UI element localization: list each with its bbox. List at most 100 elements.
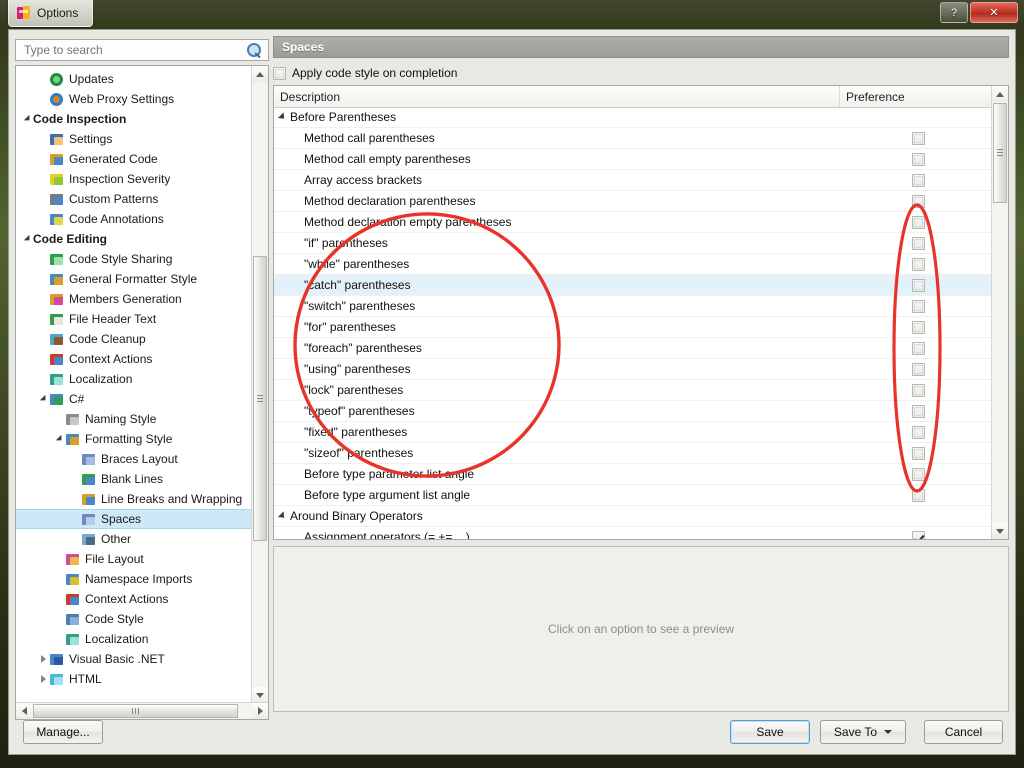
table-row[interactable]: Around Binary Operators bbox=[274, 506, 992, 527]
table-row[interactable]: Assignment operators (=,+=,...) bbox=[274, 527, 992, 539]
table-row[interactable]: "lock" parentheses bbox=[274, 380, 992, 401]
cancel-button[interactable]: Cancel bbox=[924, 720, 1003, 744]
tree-vertical-scrollbar[interactable] bbox=[251, 66, 268, 703]
sidebar-item-custom-patterns[interactable]: Custom Patterns bbox=[16, 189, 254, 209]
preference-checkbox[interactable] bbox=[912, 320, 925, 334]
grid-vertical-scrollbar[interactable] bbox=[991, 86, 1008, 539]
sidebar-item-code-cleanup[interactable]: Code Cleanup bbox=[16, 329, 254, 349]
sidebar-item-formatting-style[interactable]: Formatting Style bbox=[16, 429, 254, 449]
scroll-up-icon[interactable] bbox=[252, 66, 268, 82]
preference-checkbox[interactable] bbox=[912, 467, 925, 481]
search-input[interactable] bbox=[22, 42, 244, 58]
table-row[interactable]: "typeof" parentheses bbox=[274, 401, 992, 422]
sidebar-item-context-actions[interactable]: Context Actions bbox=[16, 349, 254, 369]
chevron-down-icon[interactable] bbox=[277, 511, 288, 521]
apply-code-style-row[interactable]: Apply code style on completion bbox=[273, 62, 457, 84]
sidebar-item-context-actions[interactable]: Context Actions bbox=[16, 589, 254, 609]
sidebar-item-blank-lines[interactable]: Blank Lines bbox=[16, 469, 254, 489]
preference-checkbox[interactable] bbox=[912, 278, 925, 292]
apply-code-style-checkbox[interactable] bbox=[273, 66, 286, 80]
table-row[interactable]: "catch" parentheses bbox=[274, 275, 992, 296]
chevron-down-icon[interactable] bbox=[38, 394, 49, 404]
chevron-down-icon[interactable] bbox=[277, 112, 288, 122]
preference-checkbox[interactable] bbox=[912, 383, 925, 397]
sidebar-item-namespace-imports[interactable]: Namespace Imports bbox=[16, 569, 254, 589]
sidebar-item-localization[interactable]: Localization bbox=[16, 369, 254, 389]
search-box[interactable] bbox=[15, 39, 269, 61]
preference-checkbox[interactable] bbox=[912, 236, 925, 250]
table-row[interactable]: "if" parentheses bbox=[274, 233, 992, 254]
grid-scroll-up-icon[interactable] bbox=[992, 86, 1008, 102]
sidebar-item-braces-layout[interactable]: Braces Layout bbox=[16, 449, 254, 469]
sidebar-item-updates[interactable]: Updates bbox=[16, 69, 254, 89]
options-grid[interactable]: Description Preference Before Parenthese… bbox=[273, 85, 1009, 540]
table-row[interactable]: "switch" parentheses bbox=[274, 296, 992, 317]
save-to-button[interactable]: Save To bbox=[820, 720, 906, 744]
table-row[interactable]: Before type argument list angle bbox=[274, 485, 992, 506]
preference-checkbox[interactable] bbox=[912, 530, 925, 539]
preference-checkbox[interactable] bbox=[912, 131, 925, 145]
sidebar-item-code-inspection[interactable]: Code Inspection bbox=[16, 109, 254, 129]
sidebar-item-code-style[interactable]: Code Style bbox=[16, 609, 254, 629]
table-row[interactable]: "foreach" parentheses bbox=[274, 338, 992, 359]
table-row[interactable]: "while" parentheses bbox=[274, 254, 992, 275]
tree-scroll-thumb[interactable] bbox=[253, 256, 267, 541]
sidebar-item-file-layout[interactable]: File Layout bbox=[16, 549, 254, 569]
chevron-down-icon[interactable] bbox=[22, 114, 33, 124]
preference-checkbox[interactable] bbox=[912, 404, 925, 418]
sidebar-item-naming-style[interactable]: Naming Style bbox=[16, 409, 254, 429]
sidebar-item-members-generation[interactable]: Members Generation bbox=[16, 289, 254, 309]
sidebar-item-c[interactable]: C# bbox=[16, 389, 254, 409]
table-row[interactable]: "fixed" parentheses bbox=[274, 422, 992, 443]
preference-checkbox[interactable] bbox=[912, 362, 925, 376]
preference-checkbox[interactable] bbox=[912, 299, 925, 313]
table-row[interactable]: Array access brackets bbox=[274, 170, 992, 191]
preference-checkbox[interactable] bbox=[912, 173, 925, 187]
close-button[interactable]: ✕ bbox=[970, 2, 1018, 23]
help-button[interactable]: ? bbox=[940, 2, 968, 23]
sidebar-item-visual-basic-net[interactable]: Visual Basic .NET bbox=[16, 649, 254, 669]
sidebar-item-line-breaks-and-wrapping[interactable]: Line Breaks and Wrapping bbox=[16, 489, 254, 509]
table-row[interactable]: Before Parentheses bbox=[274, 107, 992, 128]
preference-checkbox[interactable] bbox=[912, 446, 925, 460]
sidebar-item-code-annotations[interactable]: Code Annotations bbox=[16, 209, 254, 229]
chevron-right-icon[interactable] bbox=[38, 655, 49, 663]
table-row[interactable]: Method declaration empty parentheses bbox=[274, 212, 992, 233]
chevron-down-icon[interactable] bbox=[54, 434, 65, 444]
chevron-right-icon[interactable] bbox=[38, 675, 49, 683]
sidebar-item-other[interactable]: Other bbox=[16, 529, 254, 549]
table-row[interactable]: "using" parentheses bbox=[274, 359, 992, 380]
preference-checkbox[interactable] bbox=[912, 425, 925, 439]
preference-checkbox[interactable] bbox=[912, 257, 925, 271]
column-header-preference[interactable]: Preference bbox=[840, 86, 1008, 107]
preference-checkbox[interactable] bbox=[912, 152, 925, 166]
sidebar-item-code-editing[interactable]: Code Editing bbox=[16, 229, 254, 249]
column-header-description[interactable]: Description bbox=[274, 86, 840, 107]
table-row[interactable]: "sizeof" parentheses bbox=[274, 443, 992, 464]
table-row[interactable]: Method call parentheses bbox=[274, 128, 992, 149]
table-row[interactable]: Method declaration parentheses bbox=[274, 191, 992, 212]
preference-checkbox[interactable] bbox=[912, 215, 925, 229]
table-row[interactable]: Before type parameter list angle bbox=[274, 464, 992, 485]
grid-scroll-down-icon[interactable] bbox=[992, 523, 1008, 539]
table-row[interactable]: "for" parentheses bbox=[274, 317, 992, 338]
manage-button[interactable]: Manage... bbox=[23, 720, 103, 744]
sidebar-item-html[interactable]: HTML bbox=[16, 669, 254, 689]
preference-checkbox[interactable] bbox=[912, 341, 925, 355]
sidebar-item-general-formatter-style[interactable]: General Formatter Style bbox=[16, 269, 254, 289]
grid-scroll-thumb[interactable] bbox=[993, 103, 1007, 203]
sidebar-item-inspection-severity[interactable]: Inspection Severity bbox=[16, 169, 254, 189]
preference-checkbox[interactable] bbox=[912, 194, 925, 208]
settings-tree[interactable]: Updates Web Proxy Settings Code Inspection… bbox=[15, 65, 269, 720]
sidebar-item-localization[interactable]: Localization bbox=[16, 629, 254, 649]
sidebar-item-code-style-sharing[interactable]: Code Style Sharing bbox=[16, 249, 254, 269]
preference-checkbox[interactable] bbox=[912, 488, 925, 502]
scroll-down-icon[interactable] bbox=[252, 687, 268, 703]
chevron-down-icon[interactable] bbox=[22, 234, 33, 244]
sidebar-item-generated-code[interactable]: Generated Code bbox=[16, 149, 254, 169]
sidebar-item-file-header-text[interactable]: File Header Text bbox=[16, 309, 254, 329]
sidebar-item-spaces[interactable]: Spaces bbox=[16, 509, 254, 529]
sidebar-item-web-proxy-settings[interactable]: Web Proxy Settings bbox=[16, 89, 254, 109]
table-row[interactable]: Method call empty parentheses bbox=[274, 149, 992, 170]
save-button[interactable]: Save bbox=[730, 720, 810, 744]
